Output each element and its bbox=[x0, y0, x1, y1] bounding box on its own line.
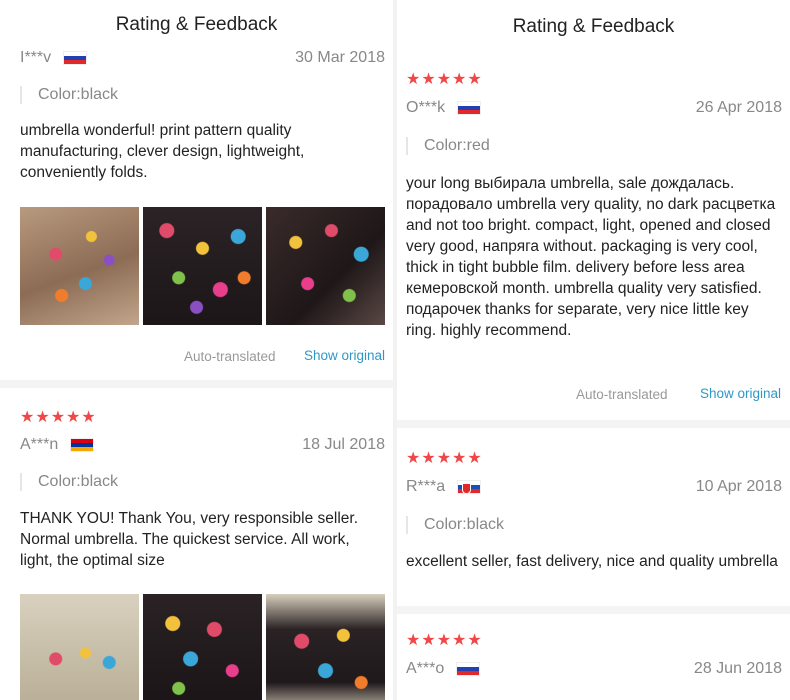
review-date: 18 Jul 2018 bbox=[302, 436, 385, 453]
rating-stars: ★★★★★ bbox=[406, 450, 483, 467]
show-original-link[interactable]: Show original bbox=[304, 348, 385, 364]
reviewer-name: R***a bbox=[406, 478, 446, 495]
reviewer: A***n bbox=[20, 436, 95, 454]
panel-title: Rating & Feedback bbox=[115, 14, 278, 35]
review-photo[interactable] bbox=[143, 594, 262, 700]
reviewer-name: A***n bbox=[20, 436, 59, 453]
russia-flag-icon bbox=[457, 101, 482, 115]
review-photo[interactable] bbox=[143, 207, 262, 325]
reviewer: I***v bbox=[20, 49, 88, 67]
left-review-panel: Rating & Feedback I***v 30 Mar 2018 Colo… bbox=[0, 0, 393, 700]
product-variant: Color:black bbox=[20, 86, 118, 104]
russia-flag-icon bbox=[456, 662, 481, 676]
review-photo[interactable] bbox=[20, 594, 139, 700]
armenia-flag-icon bbox=[70, 438, 95, 452]
divider bbox=[397, 420, 790, 428]
review-text: excellent seller, fast delivery, nice an… bbox=[406, 553, 778, 570]
review-date: 10 Apr 2018 bbox=[695, 478, 782, 495]
auto-translated-label: Auto-translated bbox=[184, 349, 276, 364]
rating-stars: ★★★★★ bbox=[20, 409, 97, 426]
product-variant: Color:black bbox=[20, 473, 118, 491]
reviewer: R***a bbox=[406, 478, 482, 496]
review-text: your long выбирала umbrella, sale дождал… bbox=[406, 175, 776, 339]
divider bbox=[0, 380, 393, 388]
review-date: 26 Apr 2018 bbox=[695, 99, 782, 116]
russia-flag-icon bbox=[63, 51, 88, 65]
auto-translated-label: Auto-translated bbox=[576, 387, 668, 402]
review-date: 30 Mar 2018 bbox=[295, 49, 385, 66]
reviewer-name: I***v bbox=[20, 49, 52, 66]
review-photos bbox=[20, 594, 385, 700]
reviewer: O***k bbox=[406, 99, 482, 117]
review-photo[interactable] bbox=[20, 207, 139, 325]
panel-title: Rating & Feedback bbox=[512, 16, 675, 37]
review-text: umbrella wonderful! print pattern qualit… bbox=[20, 122, 305, 181]
product-variant: Color:black bbox=[406, 516, 504, 534]
divider bbox=[397, 606, 790, 614]
right-review-panel: Rating & Feedback ★★★★★ O***k 26 Apr 201… bbox=[397, 0, 790, 700]
show-original-link[interactable]: Show original bbox=[700, 386, 781, 402]
review-photo[interactable] bbox=[266, 594, 385, 700]
review-date: 28 Jun 2018 bbox=[693, 660, 782, 677]
reviewer: A***o bbox=[406, 660, 481, 678]
review-photos bbox=[20, 207, 385, 325]
rating-stars: ★★★★★ bbox=[406, 632, 483, 649]
reviewer-name: O***k bbox=[406, 99, 446, 116]
product-variant: Color:red bbox=[406, 137, 490, 155]
slovakia-flag-icon bbox=[457, 480, 482, 494]
review-photo[interactable] bbox=[266, 207, 385, 325]
reviewer-name: A***o bbox=[406, 660, 445, 677]
rating-stars: ★★★★★ bbox=[406, 71, 483, 88]
review-text: THANK YOU! Thank You, very responsible s… bbox=[20, 510, 359, 569]
